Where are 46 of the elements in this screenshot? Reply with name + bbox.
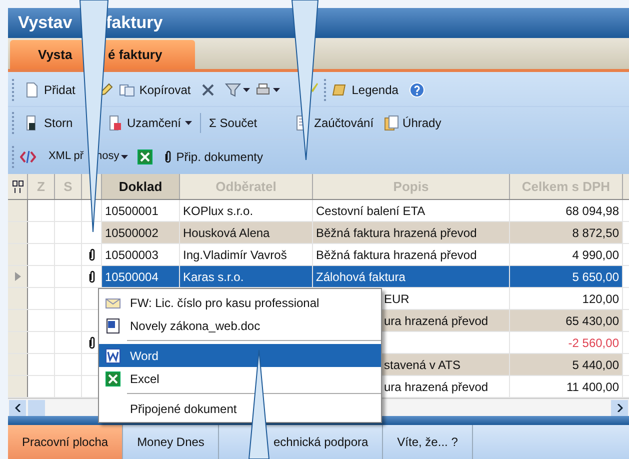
table-cell-text: Ing.Vladimír Vavroš <box>183 246 287 264</box>
table-cell-text: 8 872,50 <box>572 224 619 242</box>
tab-label: é faktury <box>108 46 162 64</box>
menu-item[interactable]: Připojené dokument <box>99 397 381 420</box>
table-cell-text: ura hrazená převod <box>384 312 488 330</box>
table-cell-text: 5 650,00 <box>572 268 619 286</box>
table-cell-text: stavená v ATS <box>384 356 460 374</box>
table-cell-text: Housková Alena <box>183 224 270 242</box>
menu-item[interactable]: Novely zákona_web.doc <box>99 314 381 337</box>
table-cell-text: 5 440,00 <box>572 356 619 374</box>
table-cell-text: Cestovní balení ETA <box>316 202 426 220</box>
payments-button[interactable]: Úhrady <box>382 114 442 132</box>
sum-button[interactable]: Σ Součet <box>209 114 258 132</box>
table-cell-text: KOPlux s.r.o. <box>183 202 254 220</box>
menu-item[interactable]: Excel <box>99 367 381 390</box>
table-cell-text: 10500004 <box>105 268 158 286</box>
table-cell-text: Běžná faktura hrazená převod <box>316 224 477 242</box>
tab-label: Vysta <box>38 46 74 64</box>
table-cell-text: 120,00 <box>582 290 619 308</box>
column-header[interactable]: Doklad <box>102 174 180 199</box>
table-cell-text: ura hrazená převod <box>384 378 488 396</box>
window-title: Vystav <box>18 12 74 34</box>
table-cell-text: Běžná faktura hrazená převod <box>316 246 477 264</box>
legend-button[interactable]: Legenda <box>332 81 398 99</box>
table-cell-text: 65 430,00 <box>566 312 619 330</box>
table-cell-text: 11 400,00 <box>566 378 619 396</box>
bottom-tab[interactable]: Víte, že... ? <box>383 425 473 459</box>
menu-item[interactable]: FW: Lic. číslo pro kasu professional <box>99 291 381 314</box>
table-cell-text: Zálohová faktura <box>316 268 406 286</box>
add-button[interactable]: Přidat <box>24 81 76 99</box>
window-title: faktury <box>106 12 163 34</box>
button-label: XML př <box>47 149 85 164</box>
lock-button[interactable]: Uzamčení <box>107 114 192 132</box>
table-cell-text: 4 990,00 <box>572 246 619 264</box>
bottom-tab[interactable]: Pracovní plocha <box>8 425 124 459</box>
table-cell-text: 10500003 <box>105 246 158 264</box>
table-cell-text: Karas s.r.o. <box>183 268 244 286</box>
attached-documents-button[interactable]: Přip. dokumenty <box>164 148 263 166</box>
table-cell-text: 10500001 <box>105 202 158 220</box>
bottom-tab[interactable]: Money Dnes <box>123 425 220 459</box>
copy-button[interactable]: Kopírovat <box>119 81 191 99</box>
table-cell-text: -2 560,00 <box>568 334 619 352</box>
menu-item[interactable]: Word <box>99 344 381 367</box>
table-cell-text: EUR <box>384 290 410 308</box>
table-cell-text: 68 094,98 <box>566 202 619 220</box>
table-cell-text: 10500002 <box>105 224 158 242</box>
